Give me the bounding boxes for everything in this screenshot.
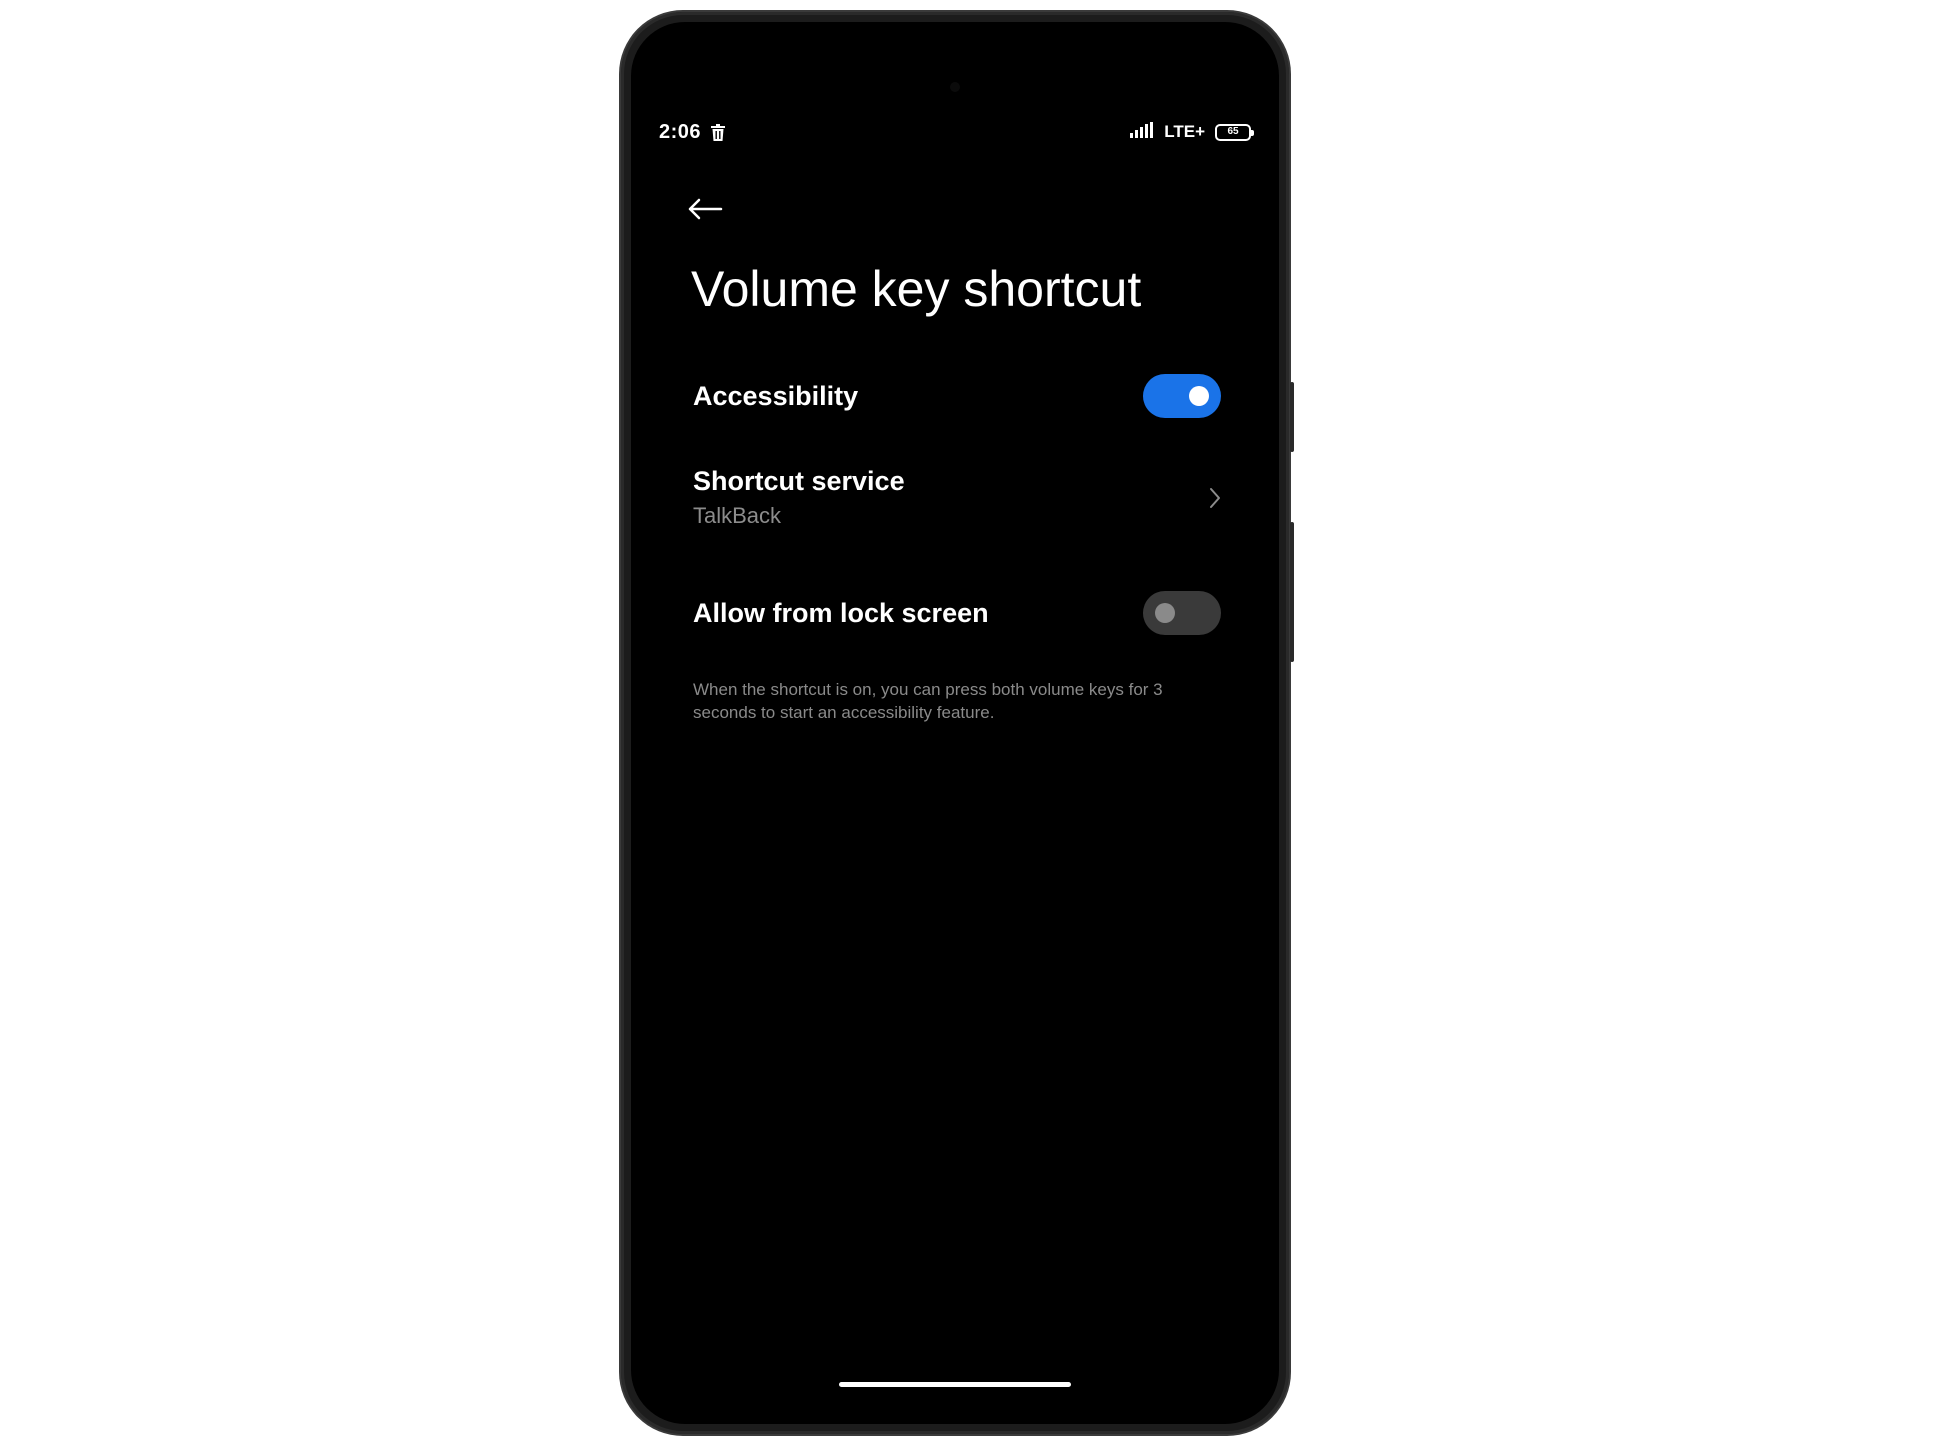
status-left: 2:06 bbox=[659, 120, 726, 144]
lock-screen-toggle[interactable] bbox=[1143, 591, 1221, 635]
battery-icon: 65 bbox=[1215, 123, 1254, 141]
screen: 2:06 LTE+ 65 Volume key shortcut Accessi… bbox=[631, 22, 1279, 1424]
volume-up-button bbox=[1290, 382, 1294, 452]
battery-level: 65 bbox=[1227, 126, 1239, 137]
power-button bbox=[1290, 522, 1294, 662]
lock-screen-label: Allow from lock screen bbox=[693, 597, 989, 628]
shortcut-service-value: TalkBack bbox=[693, 503, 782, 528]
lock-screen-row[interactable]: Allow from lock screen bbox=[693, 591, 1221, 635]
toggle-knob bbox=[1155, 603, 1175, 623]
phone-frame: 2:06 LTE+ 65 Volume key shortcut Accessi… bbox=[621, 12, 1294, 1434]
network-type: LTE+ bbox=[1164, 122, 1205, 141]
trash-icon bbox=[711, 123, 726, 141]
back-arrow-icon bbox=[688, 198, 723, 220]
chevron-right-icon bbox=[1209, 487, 1221, 509]
toggle-knob bbox=[1189, 386, 1209, 406]
accessibility-label: Accessibility bbox=[693, 380, 859, 411]
status-bar: 2:06 LTE+ 65 bbox=[659, 117, 1254, 147]
status-time: 2:06 bbox=[659, 120, 702, 143]
back-button[interactable] bbox=[683, 187, 727, 231]
status-right: LTE+ 65 bbox=[1130, 121, 1254, 143]
accessibility-row[interactable]: Accessibility bbox=[693, 374, 1221, 418]
home-indicator[interactable] bbox=[839, 1382, 1071, 1387]
page-title: Volume key shortcut bbox=[691, 261, 1142, 317]
shortcut-service-label: Shortcut service bbox=[693, 466, 905, 496]
signal-icon bbox=[1130, 121, 1154, 143]
accessibility-toggle[interactable] bbox=[1143, 374, 1221, 418]
shortcut-description: When the shortcut is on, you can press b… bbox=[693, 680, 1163, 722]
shortcut-service-row[interactable]: Shortcut service TalkBack bbox=[693, 466, 1221, 529]
front-camera bbox=[950, 82, 960, 92]
shortcut-service-text: Shortcut service TalkBack bbox=[693, 466, 905, 529]
